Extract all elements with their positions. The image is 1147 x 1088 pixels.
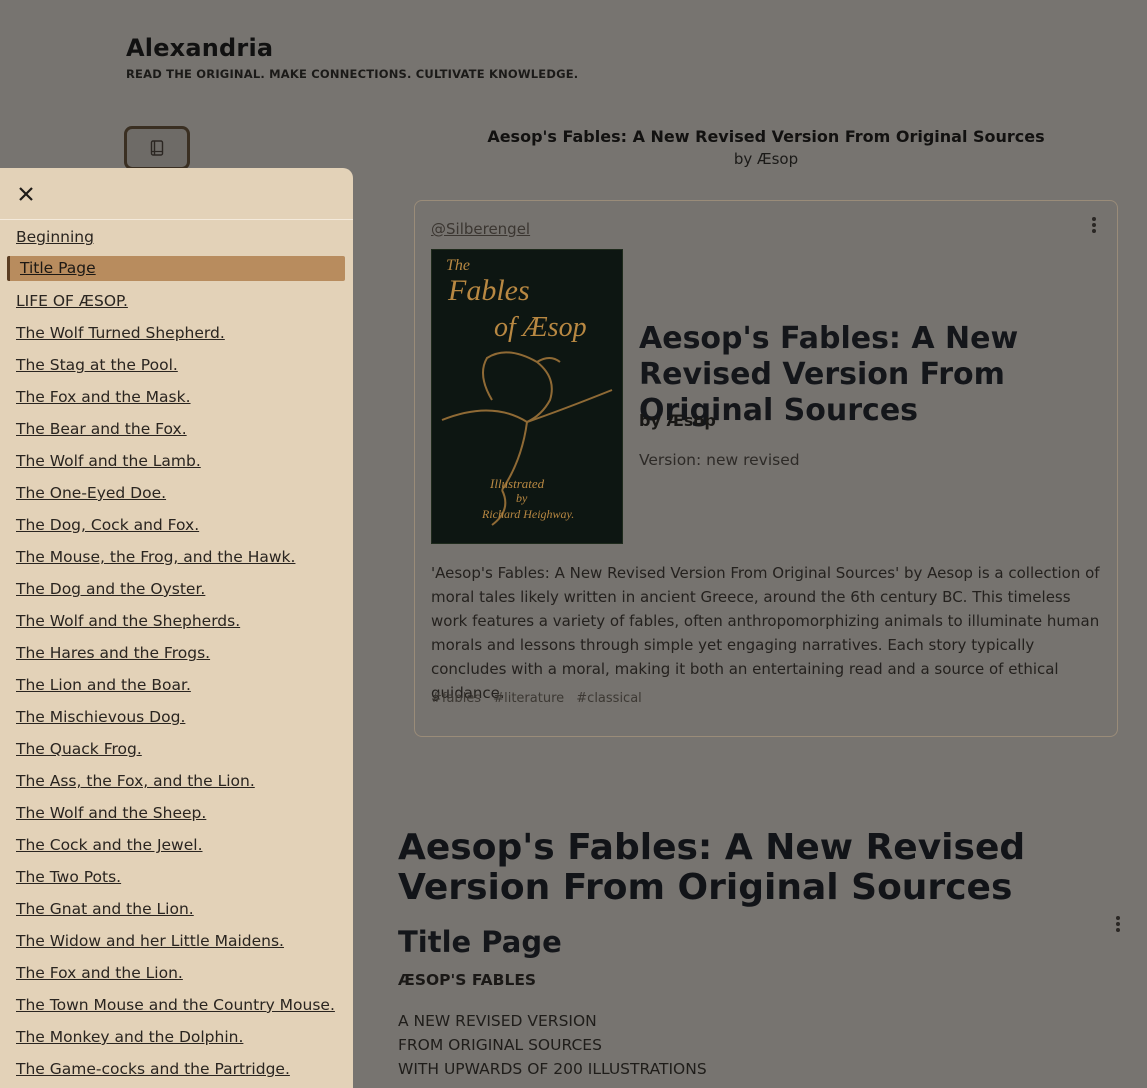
content-title: Aesop's Fables: A New Revised Version Fr… — [398, 827, 1026, 908]
site-header: Alexandria READ THE ORIGINAL. MAKE CONNE… — [126, 34, 578, 81]
section-text-line: WITH UPWARDS OF 200 ILLUSTRATIONS — [398, 1060, 707, 1078]
cover-text-5: by — [516, 491, 528, 505]
toc-item[interactable]: The Stag at the Pool. — [0, 349, 353, 381]
toc-list: Beginning Title Page LIFE OF ÆSOP. The Wolf… — [0, 221, 353, 1085]
section-text-line: A NEW REVISED VERSION — [398, 1012, 597, 1030]
book-heading: Aesop's Fables: A New Revised Version Fr… — [415, 127, 1117, 168]
section-text: A NEW REVISED VERSION FROM ORIGINAL SOUR… — [398, 1009, 707, 1081]
card-tags: #fables #literature #classical — [431, 691, 650, 706]
card-author: by Æsop — [639, 411, 716, 430]
book-heading-title: Aesop's Fables: A New Revised Version Fr… — [487, 127, 1045, 146]
toc-item[interactable]: The Two Pots. — [0, 861, 353, 893]
section-heading: Title Page — [398, 925, 562, 959]
toc-item[interactable]: Beginning — [0, 221, 353, 253]
tag[interactable]: #fables — [431, 691, 481, 706]
toc-item[interactable]: The Widow and her Little Maidens. — [0, 925, 353, 957]
cover-illustration: The Fables of Æsop Illustrated by Richar… — [432, 250, 622, 543]
toc-item[interactable]: The Quack Frog. — [0, 733, 353, 765]
cover-text-4: Illustrated — [489, 476, 545, 491]
toc-item[interactable]: The Monkey and the Dolphin. — [0, 1021, 353, 1053]
card-menu-icon[interactable] — [1089, 217, 1099, 235]
toc-item[interactable]: The Mouse, the Frog, and the Hawk. — [0, 541, 353, 573]
toc-item[interactable]: The Cock and the Jewel. — [0, 829, 353, 861]
book-heading-author: by Æsop — [733, 150, 799, 168]
toc-divider — [0, 219, 353, 220]
book-icon — [150, 140, 164, 156]
book-cover-image: The Fables of Æsop Illustrated by Richar… — [431, 249, 623, 544]
cover-text-2: Fables — [447, 274, 530, 307]
site-tagline: READ THE ORIGINAL. MAKE CONNECTIONS. CUL… — [126, 67, 579, 81]
site-title[interactable]: Alexandria — [126, 34, 578, 62]
cover-text-6: Richard Heighway. — [481, 507, 574, 521]
toc-item[interactable]: The Gnat and the Lion. — [0, 893, 353, 925]
cover-text-3: of Æsop — [494, 312, 587, 343]
toc-item[interactable]: The Hares and the Frogs. — [0, 637, 353, 669]
toc-item[interactable]: The Wolf and the Lamb. — [0, 445, 353, 477]
close-icon[interactable] — [17, 185, 35, 203]
section-text-line: FROM ORIGINAL SOURCES — [398, 1036, 602, 1054]
toc-item[interactable]: The Dog, Cock and Fox. — [0, 509, 353, 541]
toc-item[interactable]: The Dog and the Oyster. — [0, 573, 353, 605]
toc-toggle-button[interactable] — [124, 126, 190, 170]
toc-item[interactable]: The Fox and the Mask. — [0, 381, 353, 413]
card-description: 'Aesop's Fables: A New Revised Version F… — [431, 564, 1100, 702]
toc-item[interactable]: The Ass, the Fox, and the Lion. — [0, 765, 353, 797]
section-caps-line: ÆSOP'S FABLES — [398, 971, 537, 989]
toc-item-active[interactable]: Title Page — [7, 256, 345, 281]
toc-item[interactable]: LIFE OF ÆSOP. — [0, 285, 353, 317]
toc-item[interactable]: The Lion and the Boar. — [0, 669, 353, 701]
card-user-link[interactable]: @Silberengel — [431, 220, 530, 238]
toc-item[interactable]: The Wolf and the Shepherds. — [0, 605, 353, 637]
tag[interactable]: #classical — [576, 691, 642, 706]
cover-text-1: The — [446, 257, 470, 274]
card-version: Version: new revised — [639, 451, 800, 469]
toc-item[interactable]: The Mischievous Dog. — [0, 701, 353, 733]
toc-item[interactable]: The Town Mouse and the Country Mouse. — [0, 989, 353, 1021]
section-menu-icon[interactable] — [1113, 916, 1123, 934]
toc-item[interactable]: The Fox and the Lion. — [0, 957, 353, 989]
toc-item[interactable]: The Wolf and the Sheep. — [0, 797, 353, 829]
toc-item[interactable]: The One-Eyed Doe. — [0, 477, 353, 509]
tag[interactable]: #literature — [493, 691, 564, 706]
toc-item[interactable]: The Bear and the Fox. — [0, 413, 353, 445]
toc-item[interactable]: The Game-cocks and the Partridge. — [0, 1053, 353, 1085]
toc-item[interactable]: The Wolf Turned Shepherd. — [0, 317, 353, 349]
toc-panel: Beginning Title Page LIFE OF ÆSOP. The Wolf… — [0, 168, 353, 1088]
book-card: @Silberengel The Fables of Æsop Illustra… — [414, 200, 1118, 737]
